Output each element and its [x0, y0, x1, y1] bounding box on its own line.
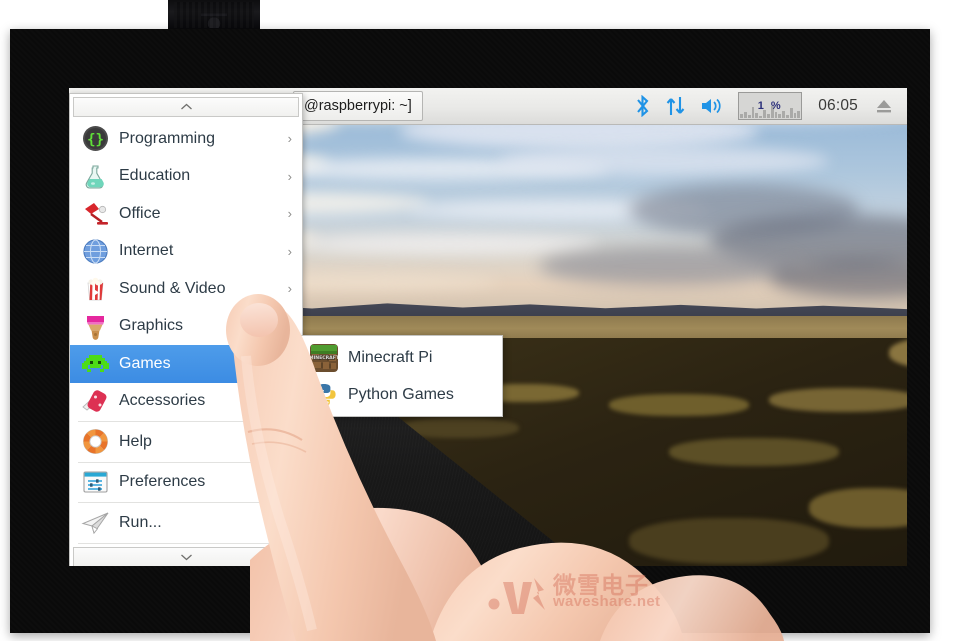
submenu-arrow-icon: ›	[287, 356, 292, 372]
menu-item-internet[interactable]: Internet ›	[70, 233, 302, 271]
network-up-down-icon	[666, 97, 685, 115]
chevron-up-icon	[180, 103, 192, 110]
desk-lamp-icon	[79, 199, 111, 229]
waveshare-watermark: 微雪电子 waveshare.net	[487, 566, 661, 626]
wallpaper-grass-tuft	[669, 438, 839, 466]
menu-item-graphics[interactable]: Graphics ›	[70, 308, 302, 346]
svg-text:{}: {}	[87, 132, 104, 148]
menu-scroll-up-button[interactable]	[73, 97, 299, 117]
wallpaper-grass-tuft	[809, 488, 907, 528]
swiss-army-knife-icon	[79, 386, 111, 416]
screenshot-root: @raspberrypi: ~] 1 % 06:05 {} Programmin…	[0, 0, 960, 641]
menu-item-label: Run...	[119, 513, 162, 531]
menu-item-label: Education	[119, 167, 191, 185]
submenu-arrow-icon: ›	[287, 131, 292, 147]
tray-bluetooth-button[interactable]	[627, 88, 658, 124]
wallpaper-cloud	[499, 146, 829, 176]
menu-separator	[78, 502, 294, 503]
menu-item-office[interactable]: Office ›	[70, 195, 302, 233]
application-menu: {} Programming › Education › Office › In…	[69, 93, 303, 566]
submenu-arrow-icon: ›	[287, 243, 292, 259]
python-logo-icon	[309, 380, 339, 410]
menu-item-help[interactable]: Help	[70, 423, 302, 461]
popcorn-media-icon	[79, 274, 111, 304]
submenu-arrow-icon: ›	[287, 206, 292, 222]
menu-item-programming[interactable]: {} Programming ›	[70, 120, 302, 158]
tray-clock[interactable]: 06:05	[809, 97, 867, 115]
display-ribbon-connector	[168, 0, 260, 30]
tray-eject-button[interactable]	[867, 88, 901, 124]
menu-item-label: Graphics	[119, 317, 184, 335]
minecraft-grass-block-icon: MINECRAFT	[309, 343, 339, 373]
settings-window-icon	[79, 467, 111, 497]
tray-network-button[interactable]	[658, 88, 693, 124]
menu-item-label: Internet	[119, 242, 174, 260]
submenu-arrow-icon: ›	[287, 318, 292, 334]
menu-item-sound-video[interactable]: Sound & Video ›	[70, 270, 302, 308]
submenu-item-python-games[interactable]: Python Games	[299, 376, 502, 413]
cpu-histogram-icon: 1 %	[738, 92, 803, 120]
submenu-item-label: Minecraft Pi	[348, 348, 433, 366]
cpu-usage-value: 1 %	[757, 100, 783, 112]
menu-item-label: Help	[119, 432, 152, 450]
menu-separator	[78, 461, 294, 463]
wallpaper-grass-tuft	[609, 394, 749, 416]
submenu-arrow-icon: ›	[287, 168, 292, 184]
code-braces-icon: {}	[79, 124, 111, 154]
paper-plane-icon	[79, 508, 111, 538]
menu-item-accessories[interactable]: Accessories	[70, 383, 302, 421]
wallpaper-cloud	[299, 234, 599, 254]
svg-text:MINECRAFT: MINECRAFT	[310, 355, 338, 361]
taskbar-window-label: @raspberrypi: ~]	[304, 98, 412, 114]
menu-item-education[interactable]: Education ›	[70, 158, 302, 196]
submenu-item-label: Python Games	[348, 385, 454, 403]
menu-item-preferences[interactable]: Preferences	[70, 464, 302, 502]
flask-icon	[79, 161, 111, 191]
chevron-down-icon	[180, 554, 192, 560]
menu-item-label: Sound & Video	[119, 279, 226, 297]
globe-icon	[79, 236, 111, 266]
menu-item-label: Programming	[119, 129, 216, 147]
system-tray: 1 % 06:05	[627, 88, 907, 124]
menu-item-label: Office	[119, 204, 161, 222]
wallpaper-grass-tuft	[629, 518, 829, 564]
menu-item-label: Preferences	[119, 473, 206, 491]
clock-value: 06:05	[818, 97, 858, 114]
tray-volume-button[interactable]	[693, 88, 731, 124]
wallpaper-cloud-dark	[539, 246, 799, 286]
menu-item-label: Accessories	[119, 392, 206, 410]
paintbrush-icon	[79, 311, 111, 341]
submenu-arrow-icon: ›	[287, 281, 292, 297]
menu-scroll-down-button[interactable]	[73, 546, 299, 566]
display-bezel: @raspberrypi: ~] 1 % 06:05 {} Programmin…	[10, 29, 930, 633]
waveshare-logo-icon	[488, 578, 545, 614]
submenu-item-minecraft-pi[interactable]: MINECRAFT Minecraft Pi	[299, 339, 502, 376]
menu-item-label: Games	[119, 354, 171, 372]
volume-speaker-icon	[702, 98, 721, 114]
watermark-english-text: waveshare.net	[553, 593, 661, 610]
bluetooth-icon	[637, 95, 649, 117]
tray-cpu-monitor[interactable]: 1 %	[731, 88, 809, 124]
wallpaper-grass-tuft	[769, 388, 907, 412]
lifebuoy-icon	[79, 427, 111, 457]
menu-separator	[78, 421, 294, 422]
display-screen: @raspberrypi: ~] 1 % 06:05 {} Programmin…	[69, 88, 907, 566]
games-submenu: MINECRAFT Minecraft Pi Python Games	[298, 335, 503, 417]
menu-item-games[interactable]: Games ›	[70, 345, 302, 383]
menu-separator	[78, 542, 294, 544]
taskbar-window-button[interactable]: @raspberrypi: ~]	[293, 91, 423, 121]
space-invader-icon	[79, 349, 111, 379]
eject-icon	[877, 100, 891, 113]
menu-item-run[interactable]: Run...	[70, 504, 302, 542]
